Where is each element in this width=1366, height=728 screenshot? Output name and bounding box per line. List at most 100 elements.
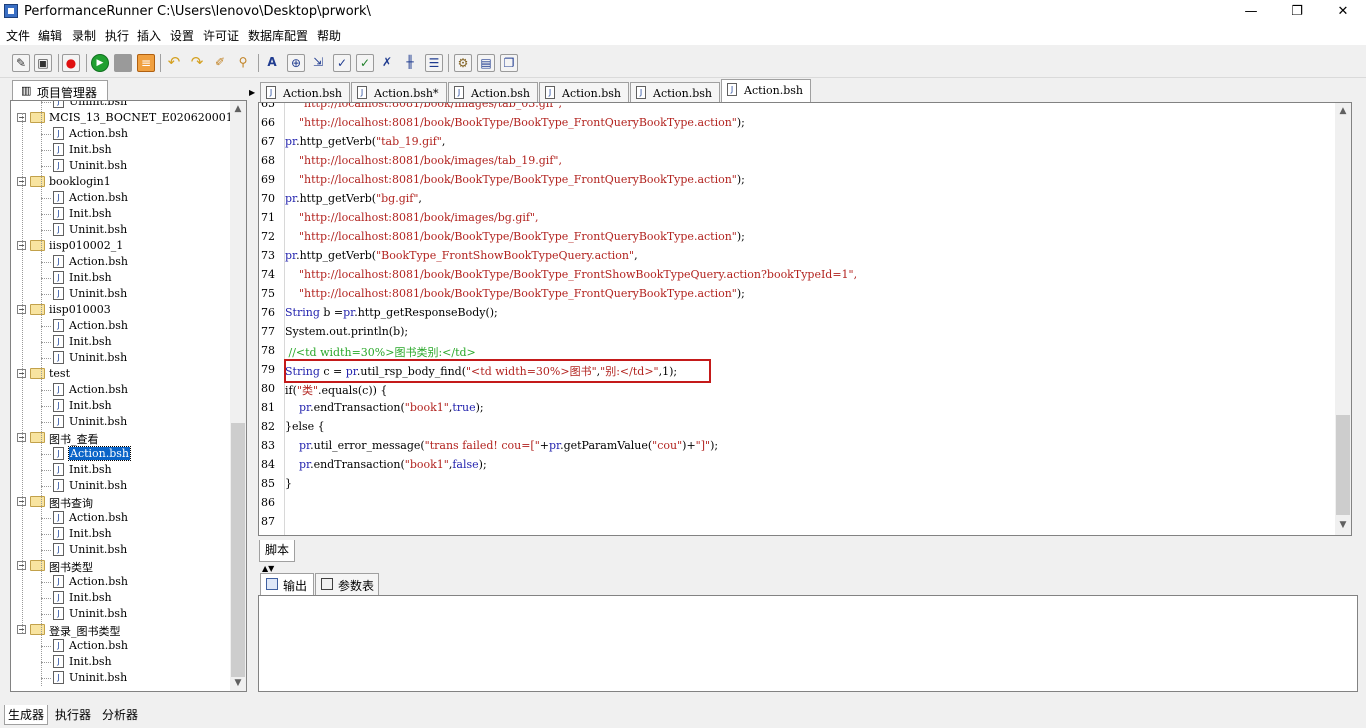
editor-tab-6-active[interactable]: J Action.bsh — [721, 79, 811, 102]
compile-icon[interactable]: ≡ — [137, 54, 155, 72]
tree-file-label: Init.bsh — [69, 527, 112, 540]
tree-file-label: Init.bsh — [69, 207, 112, 220]
toolbar: ✎ ▣ ● ▶ ≡ ↶ ↷ ✐ ⚲ A ⊕ ⇲ ✓ ✓ ✗ ╫ ☰ ⚙ ▤ ❐ — [0, 46, 1366, 78]
find-icon[interactable]: ⚲ — [235, 54, 253, 72]
scroll-down-arrow[interactable]: ▼ — [230, 675, 246, 691]
code-token: //<td width=30%>图书类别:</td> — [285, 346, 476, 359]
generator-tab[interactable]: 生成器 — [4, 705, 48, 725]
menu-help[interactable]: 帮助 — [317, 27, 341, 44]
line-number: 71 — [261, 211, 275, 224]
maximize-button[interactable]: ❐ — [1274, 0, 1320, 23]
output-tab[interactable]: 输出 — [260, 573, 314, 595]
close-button[interactable]: ✕ — [1320, 0, 1366, 23]
project-manager-panel: ▥ 项目管理器 J Uninit.bsh − MCIS_13_BOCNET_E0206… — [8, 78, 248, 692]
folder-icon — [30, 240, 45, 251]
code-text: if("类".equals(c)) { — [285, 382, 387, 398]
save-icon[interactable]: ▣ — [34, 54, 52, 72]
undo-icon[interactable]: ↶ — [166, 54, 184, 72]
comment-icon[interactable]: ☰ — [425, 54, 443, 72]
folder-icon — [30, 176, 45, 187]
line-number: 83 — [261, 439, 275, 452]
java-file-icon: J — [53, 479, 64, 492]
tree-folder-label: booklogin1 — [49, 175, 111, 188]
line-number: 75 — [261, 287, 275, 300]
line-number: 74 — [261, 268, 275, 281]
monitor-icon — [266, 578, 278, 590]
code-token: ); — [736, 230, 745, 243]
code-text: pr.http_getVerb("tab_19.gif", — [285, 135, 445, 148]
menu-db-config[interactable]: 数据库配置 — [248, 27, 308, 44]
tree-file-label: Action.bsh — [69, 639, 129, 652]
stop-icon[interactable] — [114, 54, 132, 72]
parameter-table-tab[interactable]: 参数表 — [315, 573, 379, 595]
settings-icon[interactable]: ⚙ — [454, 54, 472, 72]
menu-license[interactable]: 许可证 — [203, 27, 239, 44]
code-token: b = — [319, 306, 344, 319]
tree-connector — [41, 214, 51, 215]
scroll-up-arrow[interactable]: ▲ — [230, 101, 246, 117]
menu-insert[interactable]: 插入 — [137, 27, 161, 44]
line-number: 69 — [261, 173, 275, 186]
line-number: 70 — [261, 192, 275, 205]
code-text: "http://localhost:8081/book/BookType/Boo… — [285, 230, 745, 243]
line-number: 77 — [261, 325, 275, 338]
insert-icon[interactable]: ⊕ — [287, 54, 305, 72]
project-manager-tab[interactable]: ▥ 项目管理器 — [12, 80, 108, 100]
editor-tab-3[interactable]: J Action.bsh — [448, 82, 538, 102]
code-editor[interactable]: 65 "http://localhost:8081/book/images/ta… — [258, 102, 1352, 536]
menu-bar: 文件 编辑 录制 执行 插入 设置 许可证 数据库配置 帮助 — [0, 23, 1366, 45]
redo-icon[interactable]: ↷ — [189, 54, 207, 72]
output-content[interactable] — [258, 595, 1358, 692]
executor-tab[interactable]: 执行器 — [52, 705, 94, 725]
check-icon[interactable]: ✓ — [333, 54, 351, 72]
code-token: "http://localhost:8081/book/BookType/Boo… — [285, 287, 737, 300]
tree-connector — [41, 422, 51, 423]
editor-tab-2[interactable]: J Action.bsh* — [351, 82, 447, 102]
tree-file-label: Init.bsh — [69, 335, 112, 348]
tree-file-label: Uninit.bsh — [69, 543, 128, 556]
collapse-arrow-icon[interactable]: ▶ — [249, 88, 255, 97]
editor-tab-4[interactable]: J Action.bsh — [539, 82, 629, 102]
parameter-icon[interactable]: ✗ — [379, 54, 397, 72]
minimize-button[interactable]: — — [1228, 0, 1274, 23]
tree-connector — [41, 582, 51, 583]
tree-connector — [41, 278, 51, 279]
font-icon[interactable]: A — [264, 54, 282, 72]
analyzer-tab[interactable]: 分析器 — [98, 705, 142, 725]
rendezvous-icon[interactable]: ╫ — [402, 54, 420, 72]
scroll-down-arrow[interactable]: ▼ — [1335, 517, 1351, 533]
folder-icon — [30, 304, 45, 315]
highlight-annotation — [284, 359, 711, 383]
code-token: .http_getVerb( — [296, 249, 377, 262]
record-icon[interactable]: ● — [62, 54, 80, 72]
editor-tab-1[interactable]: J Action.bsh — [260, 82, 350, 102]
scroll-up-arrow[interactable]: ▲ — [1335, 103, 1351, 119]
tree-file-label: Action.bsh — [69, 383, 129, 396]
code-token: "http://localhost:8081/book/images/tab_1… — [285, 154, 562, 167]
tree-file-label: Action.bsh — [69, 319, 129, 332]
menu-edit[interactable]: 编辑 — [38, 27, 62, 44]
java-file-icon: J — [53, 399, 64, 412]
view-icon[interactable]: ▤ — [477, 54, 495, 72]
line-number: 79 — [261, 363, 275, 376]
tree-file-label: Action.bsh — [67, 446, 132, 461]
scroll-thumb[interactable] — [231, 423, 245, 677]
menu-file[interactable]: 文件 — [6, 27, 30, 44]
copy-icon[interactable]: ❐ — [500, 54, 518, 72]
scroll-thumb[interactable] — [1336, 415, 1350, 515]
new-script-icon[interactable]: ✎ — [12, 54, 30, 72]
menu-record[interactable]: 录制 — [72, 27, 96, 44]
line-number: 66 — [261, 116, 275, 129]
menu-run[interactable]: 执行 — [105, 27, 129, 44]
transaction-icon[interactable]: ⇲ — [310, 54, 328, 72]
code-token: "http://localhost:8081/book/BookType/Boo… — [285, 230, 737, 243]
run-icon[interactable]: ▶ — [91, 54, 109, 72]
tool-icon[interactable]: ✐ — [212, 54, 230, 72]
menu-settings[interactable]: 设置 — [170, 27, 194, 44]
tree-scrollbar[interactable]: ▲ ▼ — [230, 101, 246, 691]
code-scrollbar[interactable]: ▲ ▼ — [1335, 103, 1351, 535]
editor-tab-5[interactable]: J Action.bsh — [630, 82, 720, 102]
checkpoint-icon[interactable]: ✓ — [356, 54, 374, 72]
script-tab[interactable]: 脚本 — [259, 540, 295, 562]
tree-folder-label: 图书查询 — [49, 497, 93, 510]
